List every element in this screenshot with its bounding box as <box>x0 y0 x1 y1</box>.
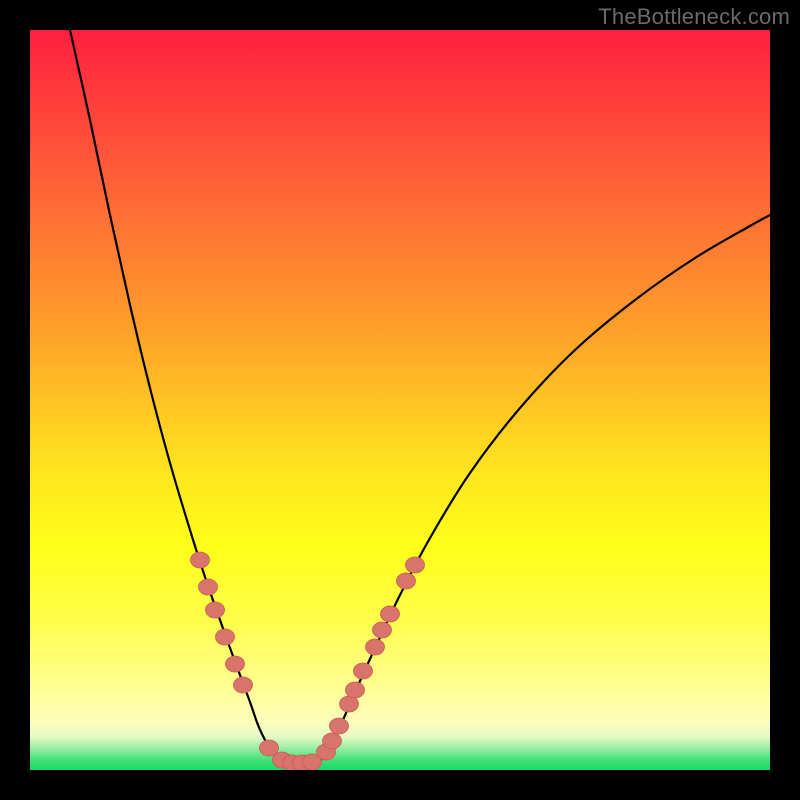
bead-marker <box>373 622 392 638</box>
curve-layer <box>30 30 770 770</box>
beads-left-group <box>191 552 322 770</box>
bead-marker <box>366 639 385 655</box>
plot-area <box>30 30 770 770</box>
bead-marker <box>234 677 253 693</box>
bead-marker <box>226 656 245 672</box>
outer-frame: TheBottleneck.com <box>0 0 800 800</box>
bead-marker <box>216 629 235 645</box>
bead-marker <box>191 552 210 568</box>
bead-marker <box>397 573 416 589</box>
watermark-text: TheBottleneck.com <box>598 4 790 30</box>
bead-marker <box>346 682 365 698</box>
right-curve-path <box>320 215 770 761</box>
bead-marker <box>330 718 349 734</box>
bead-marker <box>199 579 218 595</box>
bead-marker <box>323 733 342 749</box>
bead-marker <box>206 602 225 618</box>
left-curve-path <box>70 30 280 760</box>
bead-marker <box>354 663 373 679</box>
bead-marker <box>340 696 359 712</box>
bead-marker <box>406 557 425 573</box>
bead-marker <box>381 606 400 622</box>
